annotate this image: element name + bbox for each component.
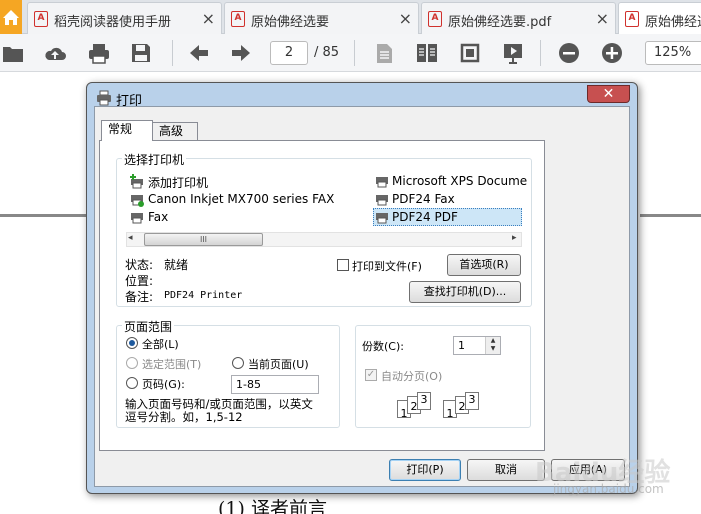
tab-close-icon[interactable]: × <box>202 9 215 28</box>
close-icon: ✕ <box>602 86 615 102</box>
fit-page-icon[interactable] <box>459 42 481 64</box>
tab-title: 原始佛经选要 <box>251 15 330 30</box>
tab-manual[interactable]: A 稻壳阅读器使用手册 × <box>27 2 222 34</box>
printer-item-xps[interactable]: Microsoft XPS Docume <box>392 174 527 188</box>
arrow-right-icon[interactable] <box>230 42 252 64</box>
add-printer-icon <box>130 174 143 189</box>
pdf-file-icon: A <box>34 11 48 27</box>
printer-icon <box>376 213 388 224</box>
tab-sutra[interactable]: A 原始佛经选要 × <box>224 2 419 34</box>
fax-printer-icon <box>131 195 144 207</box>
collate-checkbox[interactable]: ✓ <box>365 369 377 381</box>
zoom-in-icon[interactable] <box>601 42 623 64</box>
range-pages-radio[interactable] <box>126 377 138 389</box>
collate-page: 3 <box>465 392 479 410</box>
printer-group-label: 选择打印机 <box>122 151 187 168</box>
range-all-radio[interactable] <box>126 337 138 349</box>
preferences-button[interactable]: 首选项(R) <box>447 254 521 276</box>
printer-icon <box>376 195 388 206</box>
range-current-radio[interactable] <box>232 357 244 369</box>
comment-label: 备注: <box>125 290 154 304</box>
tab-sutra-pdf[interactable]: A 原始佛经选要.pdf × <box>421 2 616 34</box>
copies-label: 份数(C): <box>362 340 404 353</box>
document-rule <box>0 214 90 217</box>
spin-down-icon[interactable]: ▼ <box>491 345 496 352</box>
pdf-file-icon: A <box>625 11 639 27</box>
tab-advanced[interactable]: 高级 <box>152 122 198 141</box>
page-number-input[interactable]: 2 <box>270 41 308 65</box>
cloud-upload-icon[interactable] <box>44 42 66 64</box>
range-all-label: 全部(L) <box>142 338 179 351</box>
two-page-icon[interactable] <box>416 42 438 64</box>
range-selection-label: 选定范围(T) <box>142 358 202 371</box>
scroll-left-icon[interactable]: ◂ <box>128 233 133 243</box>
document-rule <box>640 214 701 217</box>
print-to-file-checkbox[interactable] <box>337 259 349 271</box>
open-folder-icon[interactable] <box>2 42 24 64</box>
print-button[interactable]: 打印(P) <box>389 459 461 481</box>
print-to-file-label: 打印到文件(F) <box>352 260 422 273</box>
single-page-icon[interactable] <box>373 42 395 64</box>
status-label: 状态: <box>125 258 154 272</box>
copies-spinner[interactable]: ▲ ▼ <box>485 337 500 354</box>
range-selection-radio[interactable] <box>126 357 138 369</box>
pdf-file-icon: A <box>231 11 245 27</box>
zoom-select[interactable]: 125% <box>645 41 701 65</box>
scroll-right-icon[interactable]: ▸ <box>512 233 517 243</box>
home-button[interactable] <box>0 0 22 34</box>
watermark-url: jingyan.baidu.com <box>553 482 664 496</box>
print-icon[interactable] <box>88 42 110 64</box>
find-printer-button[interactable]: 查找打印机(D)... <box>409 281 521 303</box>
pdf-file-icon: A <box>428 11 442 27</box>
arrow-left-icon[interactable] <box>188 42 210 64</box>
comment-value: PDF24 Printer <box>164 290 243 301</box>
document-heading: (1) 译者前言 <box>218 498 327 514</box>
printer-icon <box>376 177 388 188</box>
printer-item-add[interactable]: 添加打印机 <box>148 174 208 191</box>
status-value: 就绪 <box>164 258 189 272</box>
scroll-thumb[interactable]: III <box>144 233 263 246</box>
home-icon <box>3 10 19 25</box>
tab-title: 原始佛经选 <box>645 15 701 30</box>
page-range-label: 页面范围 <box>122 318 175 335</box>
tab-active[interactable]: A 原始佛经选 <box>618 2 701 34</box>
fax-icon <box>131 213 143 224</box>
collate-label: 自动分页(O) <box>381 370 443 383</box>
location-label: 位置: <box>125 274 154 288</box>
tab-close-icon[interactable]: × <box>596 9 609 28</box>
range-pages-label: 页码(G): <box>142 378 185 391</box>
collate-illustration-2: 2 3 <box>455 392 495 422</box>
toolbar-divider <box>354 40 355 66</box>
tab-general[interactable]: 常规 <box>101 120 153 141</box>
printer-item-canon[interactable]: Canon Inkjet MX700 series FAX <box>148 192 334 206</box>
tab-title: 原始佛经选要.pdf <box>448 15 552 30</box>
presentation-icon[interactable] <box>502 42 524 64</box>
tab-title: 稻壳阅读器使用手册 <box>54 15 172 30</box>
collate-illustration: 1 2 3 1 <box>397 392 457 422</box>
cancel-button[interactable]: 取消 <box>467 459 545 481</box>
page-range-input[interactable]: 1-85 <box>231 375 319 394</box>
toolbar-divider <box>540 40 541 66</box>
zoom-out-icon[interactable] <box>558 42 580 64</box>
save-icon[interactable] <box>130 42 152 64</box>
collate-page: 3 <box>417 392 431 410</box>
printer-item-pdf24-pdf[interactable]: PDF24 PDF <box>392 210 458 224</box>
tab-close-icon[interactable]: × <box>399 9 412 28</box>
range-help-line2: 逗号分割。如，1,5-12 <box>125 410 243 424</box>
printer-icon <box>97 90 111 106</box>
printer-item-pdf24-fax[interactable]: PDF24 Fax <box>392 192 455 206</box>
printer-item-fax[interactable]: Fax <box>148 210 168 224</box>
toolbar-divider <box>172 40 173 66</box>
spin-up-icon[interactable]: ▲ <box>491 337 496 344</box>
page-total: / 85 <box>314 45 340 60</box>
dialog-close-button[interactable]: ✕ <box>587 85 630 103</box>
range-current-label: 当前页面(U) <box>248 358 309 371</box>
